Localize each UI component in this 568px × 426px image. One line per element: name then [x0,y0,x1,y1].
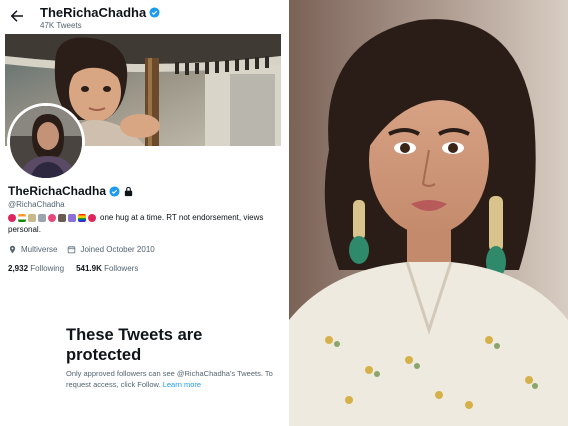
followers-count: 541.9K [76,264,102,273]
india-flag-emoji-icon [18,213,26,222]
header-tweet-count: 47K Tweets [40,21,82,30]
profile-location: Multiverse [21,245,58,254]
location-icon [9,245,16,254]
verified-badge-icon [109,185,120,197]
screenshot-root: TheRichaChadha 47K Tweets TheRichaChadha… [0,0,568,426]
following-count: 2,932 [8,264,29,273]
portrait-illustration [289,0,568,426]
learn-more-link[interactable]: Learn more [163,380,201,389]
followers-link[interactable]: 541.9K Followers [76,264,138,273]
heart-emoji-icon [8,213,16,222]
profile-bio: one hug at a time. RT not endorsement, v… [8,213,286,222]
following-link[interactable]: 2,932 Following [8,264,64,273]
protected-tweets-title: These Tweets are protected [66,326,203,364]
followers-label: Followers [104,264,139,273]
peace-emoji-icon [68,213,76,222]
target-emoji-icon [48,213,56,222]
person-emoji-icon [58,213,66,222]
rainbow-flag-emoji-icon [78,213,86,222]
verified-badge-icon [149,7,160,18]
profile-top-bar: TheRichaChadha 47K Tweets [0,0,286,34]
bio-text: one hug at a time. RT not endorsement, v… [100,213,264,222]
profile-display-name-row: TheRichaChadha [8,184,134,198]
protected-tweets-description: Only approved followers can see @RichaCh… [66,368,276,390]
lock-icon [124,186,133,196]
hourglass-emoji-icon [28,213,36,222]
profile-display-name: TheRichaChadha [8,184,107,198]
profile-follow-stats: 2,932 Following 541.9K Followers [8,264,138,273]
heart-emoji-icon [88,213,96,222]
profile-meta: Multiverse Joined October 2010 [8,245,155,254]
profile-avatar[interactable] [7,103,85,181]
header-display-name-row: TheRichaChadha [40,5,160,20]
avatar-illustration [10,106,82,178]
profile-handle: @RichaChadha [8,200,65,209]
twitter-profile-panel: TheRichaChadha 47K Tweets TheRichaChadha… [0,0,286,426]
back-arrow-icon[interactable] [8,7,26,25]
bio-text-continued: personal. [8,225,41,234]
header-display-name: TheRichaChadha [40,5,147,20]
following-label: Following [30,264,65,273]
scale-emoji-icon [38,213,46,222]
portrait-photo [289,0,568,426]
calendar-icon [68,246,76,254]
profile-joined-date: Joined October 2010 [80,245,155,254]
